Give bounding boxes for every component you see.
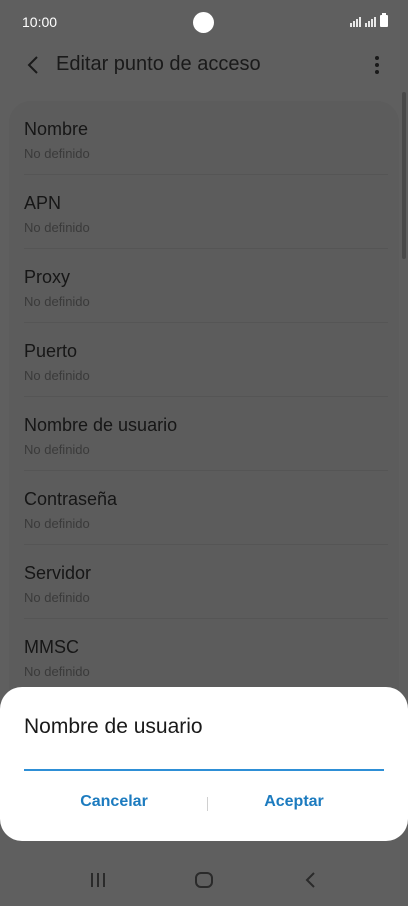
app-bar: Editar punto de acceso	[0, 44, 408, 88]
item-title: Nombre	[24, 119, 89, 139]
page-title: Editar punto de acceso	[56, 53, 261, 75]
username-input[interactable]	[24, 745, 384, 771]
list-item-puerto[interactable]: Puerto No definido	[9, 323, 399, 397]
list-item-servidor[interactable]: Servidor No definido	[9, 545, 399, 619]
item-value: No definido	[24, 294, 90, 309]
item-value: No definido	[24, 590, 90, 605]
signal-icon	[365, 15, 376, 27]
list-item-mmsc[interactable]: MMSC No definido	[9, 619, 399, 693]
home-icon	[195, 872, 213, 888]
status-time: 10:00	[22, 14, 58, 30]
list-item-nombre[interactable]: Nombre No definido	[9, 101, 399, 175]
back-nav-button[interactable]	[290, 868, 330, 892]
item-value: No definido	[24, 368, 90, 383]
item-value: No definido	[24, 516, 90, 531]
item-title: Servidor	[24, 563, 92, 583]
list-item-proxy[interactable]: Proxy No definido	[9, 249, 399, 323]
item-title: Contraseña	[24, 489, 118, 509]
item-title: MMSC	[24, 637, 79, 657]
item-value: No definido	[24, 146, 90, 161]
item-value: No definido	[24, 220, 90, 235]
recents-button[interactable]	[78, 868, 118, 892]
back-icon	[305, 872, 315, 888]
status-bar: 10:00	[0, 0, 408, 44]
settings-list: Nombre No definido APN No definido Proxy…	[9, 101, 399, 721]
camera-cutout	[193, 12, 214, 33]
list-item-apn[interactable]: APN No definido	[9, 175, 399, 249]
recents-icon	[91, 873, 105, 887]
more-vertical-icon	[375, 56, 379, 74]
item-title: Proxy	[24, 267, 71, 287]
navigation-bar	[0, 850, 408, 906]
scrollbar[interactable]	[402, 92, 406, 259]
item-title: APN	[24, 193, 62, 213]
item-value: No definido	[24, 664, 90, 679]
more-options-button[interactable]	[364, 52, 390, 78]
signal-icon	[350, 15, 361, 27]
status-icons	[350, 13, 388, 27]
list-item-contrasena[interactable]: Contraseña No definido	[9, 471, 399, 545]
home-button[interactable]	[184, 868, 224, 892]
item-title: Nombre de usuario	[24, 415, 178, 435]
item-title: Puerto	[24, 341, 78, 361]
list-item-nombre-usuario[interactable]: Nombre de usuario No definido	[9, 397, 399, 471]
battery-icon	[380, 13, 388, 27]
accept-button[interactable]: Aceptar	[204, 793, 384, 819]
username-dialog: Nombre de usuario Cancelar Aceptar	[0, 687, 408, 841]
dialog-title: Nombre de usuario	[24, 715, 203, 738]
cancel-button[interactable]: Cancelar	[24, 793, 204, 819]
chevron-left-icon	[27, 56, 38, 74]
back-button[interactable]	[18, 50, 48, 80]
item-value: No definido	[24, 442, 90, 457]
